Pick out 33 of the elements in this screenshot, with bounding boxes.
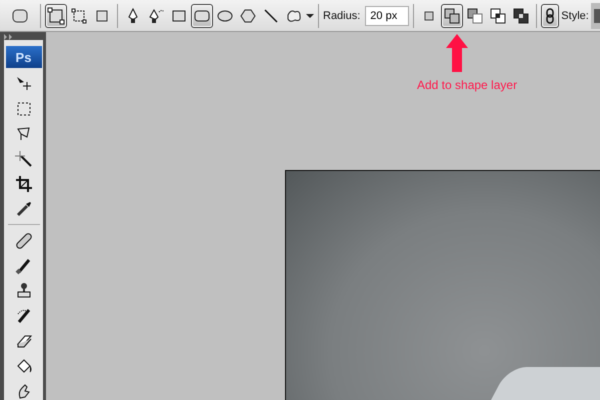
- caret-icon[interactable]: [306, 12, 314, 18]
- move-icon: [14, 74, 32, 92]
- shape-layers-mode-button[interactable]: [45, 4, 67, 28]
- stamp-icon: [14, 282, 32, 300]
- style-label: Style:: [561, 10, 589, 22]
- polygon-icon: [239, 6, 257, 24]
- lasso-icon: [14, 124, 32, 142]
- add-icon: [443, 6, 462, 24]
- rounded-rectangle-tool-button[interactable]: [191, 4, 213, 28]
- rounded-rectangle-icon: [11, 6, 29, 24]
- bucket-icon: [14, 356, 32, 374]
- subtract-icon: [466, 6, 484, 24]
- eyedropper-icon: [14, 200, 32, 218]
- app-logo: Ps: [6, 46, 42, 68]
- exclude-icon: [512, 6, 530, 24]
- paths-icon: [70, 6, 88, 24]
- radius-input[interactable]: 20 px: [365, 6, 410, 26]
- radius-label: Radius:: [323, 10, 360, 22]
- annotation-text: Add to shape layer: [417, 78, 518, 92]
- freeform-pen-icon: [147, 6, 165, 24]
- crop-icon: [14, 174, 32, 192]
- link-button[interactable]: [541, 4, 560, 28]
- magic-wand-icon: [14, 150, 32, 168]
- add-mode-button[interactable]: [441, 4, 464, 28]
- arrow-icon: [446, 34, 468, 72]
- line-icon: [262, 6, 280, 24]
- history-brush-icon: [14, 306, 32, 324]
- brush-icon: [14, 256, 32, 274]
- chain-link-icon: [545, 8, 556, 24]
- magic-wand-tool-button[interactable]: [12, 149, 34, 168]
- shape-layers-icon: [47, 6, 65, 24]
- intersect-icon: [489, 6, 508, 24]
- marquee-icon: [14, 100, 32, 118]
